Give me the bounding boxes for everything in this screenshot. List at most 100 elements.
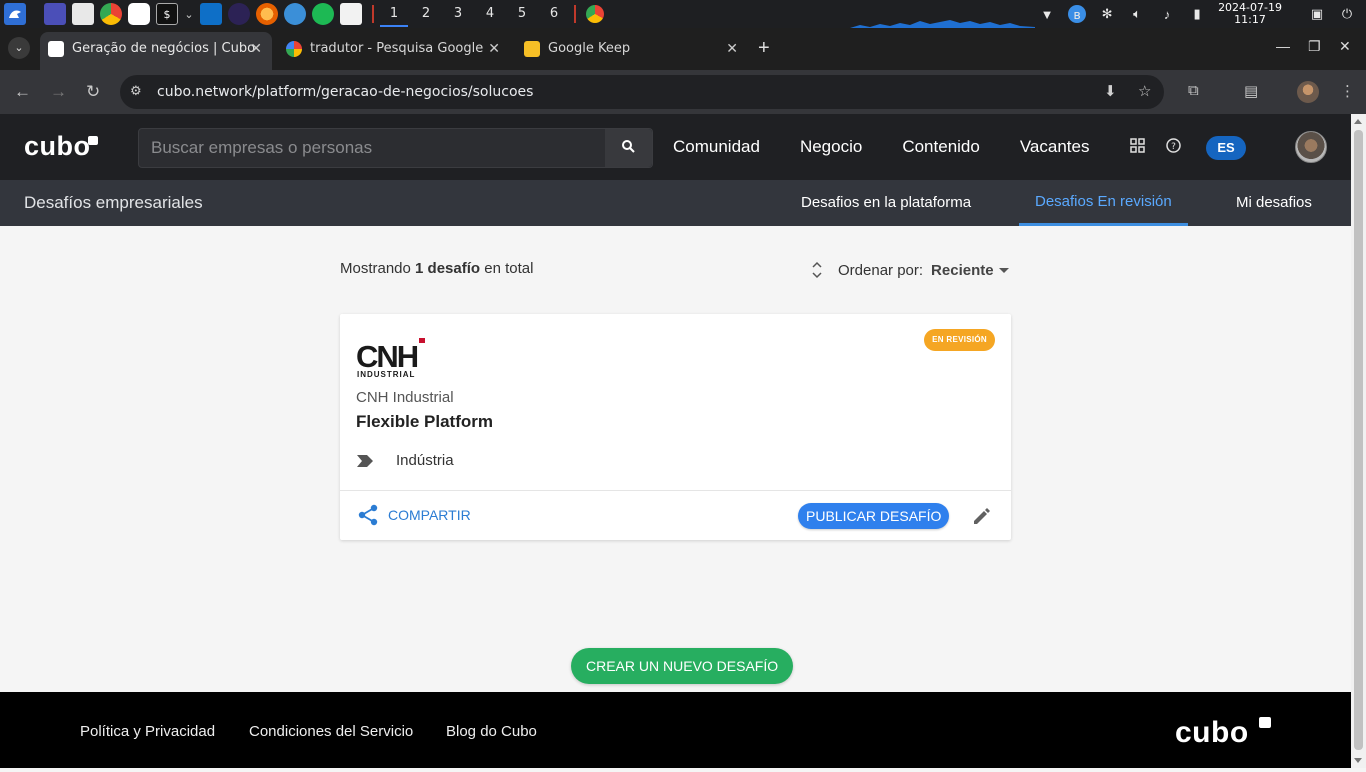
tag-label: Indústria bbox=[396, 452, 454, 469]
page-scrollbar[interactable] bbox=[1351, 114, 1366, 768]
nav-contenido[interactable]: Contenido bbox=[902, 114, 980, 180]
scroll-down-icon[interactable] bbox=[1354, 758, 1362, 763]
workspace-switcher-icon[interactable] bbox=[44, 3, 66, 25]
bookmark-star-icon[interactable]: ☆ bbox=[1138, 82, 1151, 100]
new-tab-icon[interactable]: + bbox=[758, 37, 770, 59]
company-name: CNH Industrial bbox=[356, 389, 454, 406]
firefox-icon[interactable] bbox=[256, 3, 278, 25]
more-menu-icon[interactable]: ⋮ bbox=[1340, 82, 1355, 100]
results-number: 1 desafío bbox=[415, 260, 481, 277]
footer: Política y Privacidad Condiciones del Se… bbox=[0, 692, 1351, 768]
profile-avatar-icon[interactable] bbox=[1297, 81, 1319, 103]
taskbar-divider bbox=[574, 5, 576, 23]
extensions-puzzle-icon[interactable]: ⧉ bbox=[1188, 82, 1199, 99]
tab-title: Google Keep bbox=[548, 41, 631, 56]
footer-cubo-logo[interactable]: cubo bbox=[1175, 716, 1249, 750]
apps-grid-icon[interactable] bbox=[1130, 138, 1145, 153]
app-menu-icon[interactable] bbox=[4, 3, 26, 25]
battery-icon[interactable]: ▮ bbox=[1188, 5, 1206, 23]
address-bar[interactable]: ⚙ cubo.network/platform/geracao-de-negoc… bbox=[120, 75, 1164, 109]
edit-pencil-icon[interactable] bbox=[972, 506, 992, 526]
close-icon[interactable]: ✕ bbox=[726, 34, 738, 64]
tab-cubo[interactable]: Geração de negócios | Cubo ✕ bbox=[40, 32, 272, 70]
language-selector[interactable]: ES bbox=[1206, 136, 1246, 160]
challenge-title[interactable]: Flexible Platform bbox=[356, 412, 493, 432]
search-box bbox=[138, 128, 653, 168]
eclipse-icon[interactable] bbox=[228, 3, 250, 25]
footer-link-blog[interactable]: Blog do Cubo bbox=[446, 692, 537, 772]
slack-icon[interactable] bbox=[128, 3, 150, 25]
minimize-icon[interactable]: — bbox=[1276, 38, 1290, 54]
sub-nav: Desafíos empresariales Desafios en la pl… bbox=[0, 180, 1351, 226]
site-header: cubo Comunidad Negocio Contenido Vacante… bbox=[0, 114, 1351, 180]
sort-label: Ordenar por: bbox=[838, 261, 924, 279]
nav-comunidad[interactable]: Comunidad bbox=[673, 114, 760, 180]
tab-search-icon[interactable]: ⌄ bbox=[8, 37, 30, 59]
tab-tradutor[interactable]: tradutor - Pesquisa Google ✕ bbox=[278, 34, 510, 64]
results-count: Mostrando 1 desafío en total bbox=[340, 260, 533, 277]
maximize-icon[interactable]: ❐ bbox=[1308, 38, 1321, 55]
bell-icon[interactable]: ♪ bbox=[1158, 5, 1176, 23]
scroll-up-icon[interactable] bbox=[1354, 119, 1362, 124]
file-manager-icon[interactable] bbox=[72, 3, 94, 25]
power-icon[interactable]: ⏻ bbox=[1338, 5, 1356, 23]
search-button[interactable] bbox=[605, 129, 652, 167]
bluetooth-icon[interactable]: ʙ bbox=[1068, 5, 1087, 23]
chrome-window-icon[interactable] bbox=[586, 5, 604, 23]
wifi-icon[interactable]: ▼ bbox=[1038, 5, 1056, 23]
cubo-favicon-icon bbox=[48, 41, 64, 57]
terminal-icon[interactable]: $ bbox=[156, 3, 178, 25]
workspace-2[interactable]: 2 bbox=[410, 0, 442, 28]
keep-favicon-icon bbox=[524, 41, 540, 57]
volume-icon[interactable]: 🔈︎ bbox=[1128, 5, 1146, 23]
user-avatar[interactable] bbox=[1295, 131, 1327, 163]
chrome-icon[interactable] bbox=[100, 3, 122, 25]
workspace-4[interactable]: 4 bbox=[474, 0, 506, 28]
card-divider bbox=[340, 490, 1011, 491]
search-input[interactable] bbox=[139, 129, 606, 167]
settings-gear-icon[interactable]: ✻ bbox=[1098, 5, 1116, 23]
workspace-3[interactable]: 3 bbox=[442, 0, 474, 28]
cubo-logo[interactable]: cubo bbox=[24, 131, 91, 162]
google-favicon-icon bbox=[286, 41, 302, 57]
footer-link-privacy[interactable]: Política y Privacidad bbox=[80, 692, 215, 772]
clock[interactable]: 2024-07-19 11:17 bbox=[1218, 2, 1282, 26]
nav-negocio[interactable]: Negocio bbox=[800, 114, 862, 180]
nav-vacantes[interactable]: Vacantes bbox=[1020, 114, 1090, 180]
side-panel-icon[interactable]: ▤ bbox=[1244, 82, 1258, 100]
forward-icon[interactable]: → bbox=[50, 82, 67, 102]
sort-control[interactable]: Ordenar por: Reciente bbox=[812, 260, 1009, 280]
tab-challenges-in-review[interactable]: Desafios En revisión bbox=[1019, 180, 1188, 226]
close-icon[interactable]: ✕ bbox=[488, 34, 500, 64]
lock-icon[interactable]: ▣ bbox=[1308, 5, 1326, 23]
tab-google-keep[interactable]: Google Keep ✕ bbox=[516, 34, 748, 64]
network-app-icon[interactable] bbox=[284, 3, 306, 25]
site-info-icon[interactable]: ⚙ bbox=[130, 83, 142, 99]
footer-link-terms[interactable]: Condiciones del Servicio bbox=[249, 692, 413, 772]
tab-title: Geração de negócios | Cubo bbox=[72, 41, 256, 56]
tab-my-challenges[interactable]: Mi desafios bbox=[1220, 180, 1328, 226]
install-app-icon[interactable]: ⬇ bbox=[1104, 82, 1117, 100]
close-window-icon[interactable]: ✕ bbox=[1339, 38, 1351, 55]
main-content: Mostrando 1 desafío en total Ordenar por… bbox=[0, 226, 1351, 692]
workspace-1[interactable]: 1 bbox=[378, 0, 410, 28]
tab-platform-challenges[interactable]: Desafios en la plataforma bbox=[785, 180, 987, 226]
vscode-icon[interactable] bbox=[200, 3, 222, 25]
help-icon[interactable]: ? bbox=[1166, 138, 1181, 153]
create-challenge-button[interactable]: CREAR UN NUEVO DESAFÍO bbox=[571, 648, 794, 684]
publish-challenge-button[interactable]: PUBLICAR DESAFÍO bbox=[798, 503, 950, 529]
chevron-down-icon[interactable]: ⌄ bbox=[184, 3, 194, 25]
reload-icon[interactable]: ↻ bbox=[86, 82, 100, 102]
spotify-icon[interactable] bbox=[312, 3, 334, 25]
close-icon[interactable]: ✕ bbox=[250, 32, 262, 66]
search-icon bbox=[622, 140, 635, 153]
workspace-5[interactable]: 5 bbox=[506, 0, 538, 28]
caret-down-icon[interactable] bbox=[998, 267, 1009, 273]
back-icon[interactable]: ← bbox=[14, 82, 31, 102]
share-button[interactable]: COMPARTIR bbox=[358, 504, 471, 526]
itau-badge-icon bbox=[1259, 717, 1271, 728]
scroll-thumb[interactable] bbox=[1354, 130, 1363, 750]
workspace-6[interactable]: 6 bbox=[538, 0, 570, 28]
document-viewer-icon[interactable] bbox=[340, 3, 362, 25]
sort-value[interactable]: Reciente bbox=[931, 262, 994, 279]
